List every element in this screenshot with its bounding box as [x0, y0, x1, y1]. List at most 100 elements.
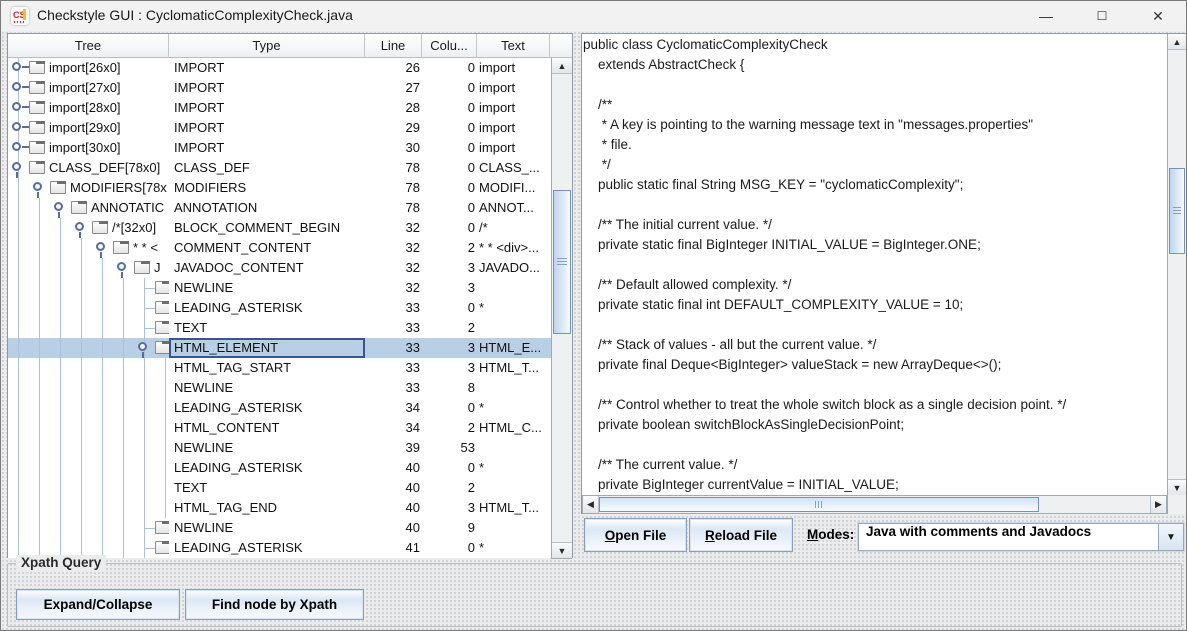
text-cell[interactable]	[477, 278, 551, 298]
table-row[interactable]: HTML_TAG_END403HTML_T...	[8, 498, 551, 518]
scroll-down-icon[interactable]: ▼	[1168, 479, 1186, 495]
line-cell[interactable]: 26	[365, 58, 422, 78]
column-cell[interactable]: 8	[422, 378, 477, 398]
tree-cell[interactable]: CLASS_DEF[78x0]	[8, 158, 169, 178]
tree-vertical-scrollbar[interactable]: ▲ ▼	[551, 58, 572, 559]
reload-file-button[interactable]: Reload File	[689, 518, 793, 552]
table-row[interactable]: ANNOTATICANNOTATION780ANNOT...	[8, 198, 551, 218]
tree-cell[interactable]	[8, 458, 169, 478]
text-cell[interactable]: *	[477, 298, 551, 318]
column-cell[interactable]: 0	[422, 138, 477, 158]
line-cell[interactable]: 39	[365, 438, 422, 458]
line-cell[interactable]: 34	[365, 398, 422, 418]
tree-cell[interactable]: import[29x0]	[8, 118, 169, 138]
tree-cell[interactable]	[8, 518, 169, 538]
column-cell[interactable]: 0	[422, 158, 477, 178]
type-cell[interactable]: COMMENT_CONTENT	[169, 238, 365, 258]
tree-cell[interactable]: J	[8, 258, 169, 278]
column-header-tree[interactable]: Tree	[8, 34, 169, 58]
type-cell[interactable]: TEXT	[169, 318, 365, 338]
table-row[interactable]: JJAVADOC_CONTENT323JAVADO...	[8, 258, 551, 278]
table-row[interactable]: TEXT402	[8, 478, 551, 498]
type-cell[interactable]: CLASS_DEF	[169, 158, 365, 178]
line-cell[interactable]: 32	[365, 218, 422, 238]
column-header-line[interactable]: Line	[365, 34, 422, 58]
type-cell[interactable]: LEADING_ASTERISK	[169, 538, 365, 558]
maximize-icon[interactable]: ☐	[1074, 1, 1130, 31]
line-cell[interactable]: 33	[365, 338, 422, 358]
column-cell[interactable]: 9	[422, 518, 477, 538]
table-row[interactable]: NEWLINE3953	[8, 438, 551, 458]
table-row[interactable]: NEWLINE338	[8, 378, 551, 398]
column-cell[interactable]: 2	[422, 238, 477, 258]
tree-cell[interactable]	[8, 478, 169, 498]
scroll-up-icon[interactable]: ▲	[552, 58, 572, 74]
line-cell[interactable]: 33	[365, 298, 422, 318]
type-cell[interactable]: HTML_TAG_END	[169, 498, 365, 518]
table-row[interactable]: HTML_CONTENT342HTML_C...	[8, 418, 551, 438]
table-row[interactable]: import[29x0]IMPORT290import	[8, 118, 551, 138]
expand-handle-icon[interactable]	[12, 62, 21, 71]
text-cell[interactable]: import	[477, 138, 551, 158]
text-cell[interactable]: *	[477, 398, 551, 418]
text-cell[interactable]: import	[477, 118, 551, 138]
collapse-handle-icon[interactable]	[138, 342, 147, 351]
column-header-type[interactable]: Type	[169, 34, 365, 58]
table-row[interactable]: import[30x0]IMPORT300import	[8, 138, 551, 158]
scrollbar-thumb[interactable]	[599, 497, 1039, 512]
collapse-handle-icon[interactable]	[117, 262, 126, 271]
text-cell[interactable]	[477, 478, 551, 498]
scroll-down-icon[interactable]: ▼	[552, 542, 572, 558]
tree-cell[interactable]	[8, 438, 169, 458]
type-cell[interactable]: HTML_ELEMENT	[169, 338, 365, 358]
line-cell[interactable]: 32	[365, 258, 422, 278]
tree-cell[interactable]: MODIFIERS[78x	[8, 178, 169, 198]
tree-cell[interactable]: import[28x0]	[8, 98, 169, 118]
column-cell[interactable]: 2	[422, 318, 477, 338]
column-cell[interactable]: 53	[422, 438, 477, 458]
scrollbar-thumb[interactable]	[553, 190, 571, 334]
line-cell[interactable]: 29	[365, 118, 422, 138]
type-cell[interactable]: IMPORT	[169, 138, 365, 158]
tree-cell[interactable]: * * <	[8, 238, 169, 258]
text-cell[interactable]: HTML_C...	[477, 418, 551, 438]
line-cell[interactable]: 27	[365, 78, 422, 98]
column-cell[interactable]: 0	[422, 458, 477, 478]
column-cell[interactable]: 3	[422, 498, 477, 518]
column-cell[interactable]: 3	[422, 278, 477, 298]
collapse-handle-icon[interactable]	[54, 202, 63, 211]
tree-cell[interactable]: ANNOTATIC	[8, 198, 169, 218]
type-cell[interactable]: LEADING_ASTERISK	[169, 458, 365, 478]
tree-cell[interactable]	[8, 298, 169, 318]
table-row[interactable]: HTML_ELEMENT333HTML_E...	[8, 338, 551, 358]
code-horizontal-scrollbar[interactable]: ◀ ▶	[582, 495, 1167, 514]
line-cell[interactable]: 40	[365, 478, 422, 498]
text-cell[interactable]	[477, 318, 551, 338]
code-vertical-scrollbar[interactable]: ▲ ▼	[1167, 34, 1187, 495]
column-cell[interactable]: 0	[422, 78, 477, 98]
line-cell[interactable]: 32	[365, 238, 422, 258]
type-cell[interactable]: HTML_TAG_START	[169, 358, 365, 378]
tree-cell[interactable]: import[27x0]	[8, 78, 169, 98]
table-row[interactable]: CLASS_DEF[78x0]CLASS_DEF780CLASS_...	[8, 158, 551, 178]
scroll-up-icon[interactable]: ▲	[1168, 34, 1186, 50]
table-row[interactable]: import[28x0]IMPORT280import	[8, 98, 551, 118]
expand-handle-icon[interactable]	[12, 142, 21, 151]
type-cell[interactable]: TEXT	[169, 478, 365, 498]
table-row[interactable]: HTML_TAG_START333HTML_T...	[8, 358, 551, 378]
tree-cell[interactable]: /*[32x0]	[8, 218, 169, 238]
text-cell[interactable]: HTML_T...	[477, 498, 551, 518]
tree-cell[interactable]	[8, 278, 169, 298]
line-cell[interactable]: 40	[365, 498, 422, 518]
table-row[interactable]: NEWLINE323	[8, 278, 551, 298]
text-cell[interactable]: /*	[477, 218, 551, 238]
tree-cell[interactable]	[8, 338, 169, 358]
table-row[interactable]: LEADING_ASTERISK340*	[8, 398, 551, 418]
line-cell[interactable]: 33	[365, 378, 422, 398]
table-row[interactable]: * * <COMMENT_CONTENT322* * <div>...	[8, 238, 551, 258]
line-cell[interactable]: 32	[365, 278, 422, 298]
open-file-button[interactable]: Open File	[584, 518, 687, 552]
expand-handle-icon[interactable]	[12, 122, 21, 131]
line-cell[interactable]: 40	[365, 458, 422, 478]
collapse-handle-icon[interactable]	[96, 242, 105, 251]
